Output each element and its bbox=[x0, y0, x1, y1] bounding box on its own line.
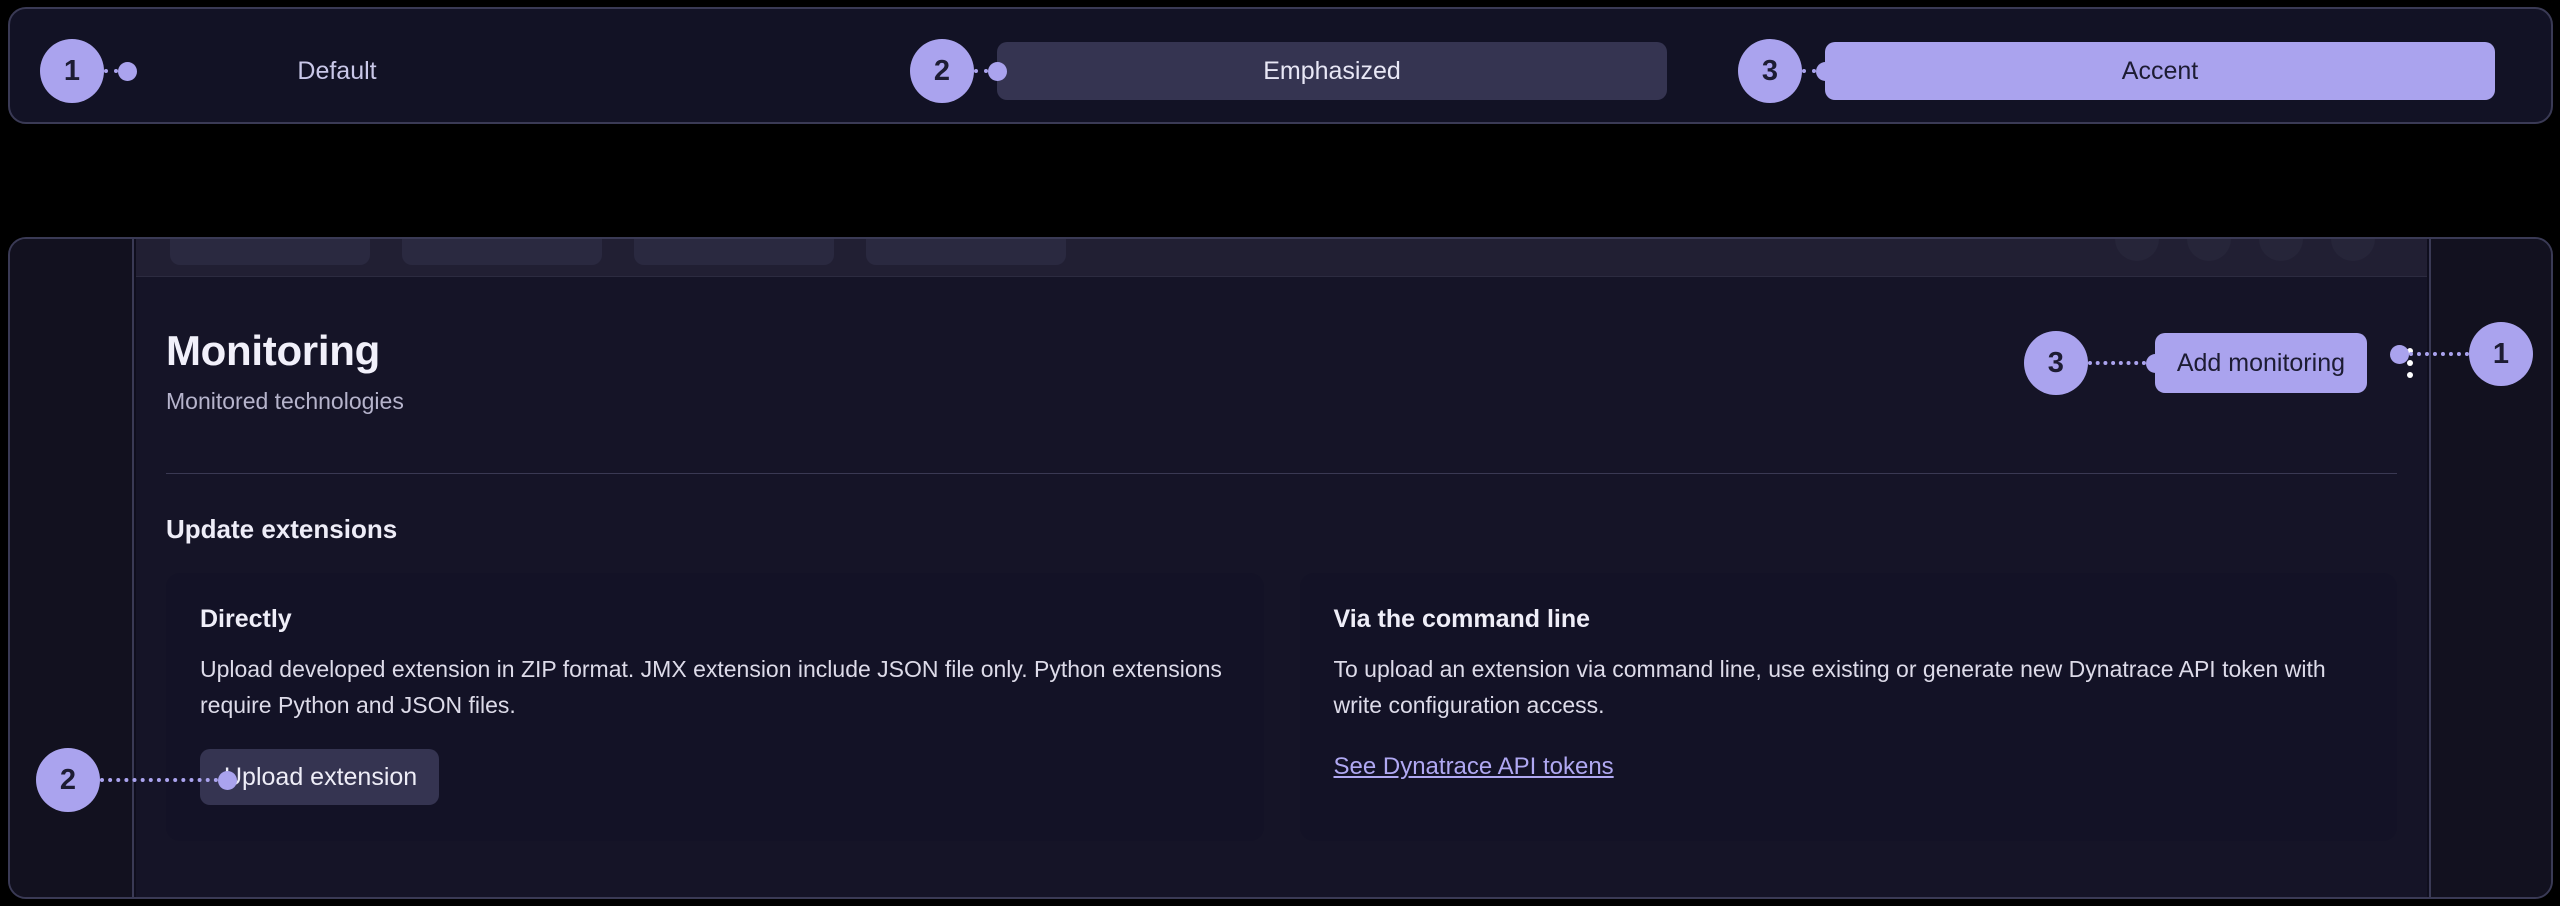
variant-row-default: 1 Default bbox=[40, 39, 547, 103]
card-heading: Via the command line bbox=[1333, 605, 1591, 633]
page-subtitle: Monitored technologies bbox=[166, 388, 404, 414]
annotation-badge-2: 2 bbox=[910, 39, 974, 103]
variant-button-emphasized[interactable]: Emphasized bbox=[997, 42, 1667, 100]
variant-row-emphasized: 2 Emphasized bbox=[910, 39, 1667, 103]
toolbar-icon[interactable] bbox=[2115, 239, 2159, 261]
card-directly: Directly Upload developed extension in Z… bbox=[166, 573, 1264, 842]
annotation-anchor-dot bbox=[1816, 61, 1835, 81]
annotation-badge-2-upload: 2 bbox=[36, 748, 100, 812]
annotation-badge-3: 3 bbox=[1738, 39, 1802, 103]
tab-chip[interactable] bbox=[634, 239, 834, 265]
annotation-anchor-dot bbox=[118, 61, 137, 81]
tab-chip[interactable] bbox=[170, 239, 370, 265]
annotation-badge-1-kebab: 1 bbox=[2469, 322, 2533, 386]
variant-button-default[interactable]: Default bbox=[127, 42, 547, 100]
toolbar-icon[interactable] bbox=[2331, 239, 2375, 261]
annotation-anchor-dot bbox=[988, 61, 1007, 81]
variant-row-accent: 3 Accent bbox=[1738, 39, 2495, 103]
annotation-connector bbox=[2409, 352, 2469, 356]
page-title: Monitoring bbox=[166, 327, 380, 374]
card-description: To upload an extension via command line,… bbox=[1333, 656, 2326, 718]
annotation-upload-callout: 2 bbox=[36, 748, 237, 812]
add-monitoring-button[interactable]: Add monitoring bbox=[2154, 333, 2367, 393]
annotation-anchor-dot bbox=[2390, 344, 2409, 364]
toolbar-icon[interactable] bbox=[2259, 239, 2303, 261]
update-extensions-cards: Directly Upload developed extension in Z… bbox=[166, 573, 2397, 842]
card-heading: Directly bbox=[200, 605, 292, 633]
annotation-connector bbox=[2087, 361, 2146, 365]
annotation-connector bbox=[104, 69, 118, 73]
tab-strip bbox=[136, 239, 2427, 277]
page-header: Monitoring Monitored technologies bbox=[166, 327, 404, 415]
toolbar-icon[interactable] bbox=[2187, 239, 2231, 261]
annotation-connector bbox=[974, 69, 988, 73]
api-tokens-link[interactable]: See Dynatrace API tokens bbox=[1334, 753, 1614, 781]
page-body: Monitoring Monitored technologies Update… bbox=[136, 277, 2427, 897]
annotation-anchor-dot bbox=[218, 770, 237, 790]
card-command-line: Via the command line To upload an extens… bbox=[1299, 573, 2397, 842]
annotation-kebab-callout: 1 bbox=[2390, 322, 2533, 386]
application-panel: Monitoring Monitored technologies Update… bbox=[8, 237, 2553, 899]
annotation-badge-3-add-monitoring: 3 bbox=[2023, 331, 2088, 395]
annotation-badge-1: 1 bbox=[40, 39, 104, 103]
variant-demo-panel: 1 Default 2 Emphasized 3 Accent bbox=[8, 7, 2553, 124]
header-divider bbox=[166, 473, 2397, 474]
card-description: Upload developed extension in ZIP format… bbox=[200, 656, 1222, 718]
annotation-anchor-dot bbox=[2145, 353, 2165, 373]
tab-chip[interactable] bbox=[866, 239, 1066, 265]
tab-chip[interactable] bbox=[402, 239, 602, 265]
header-actions: 3 Add monitoring bbox=[2023, 331, 2427, 395]
content-surface: Monitoring Monitored technologies Update… bbox=[136, 239, 2427, 897]
annotation-connector bbox=[1802, 69, 1816, 73]
variant-button-accent[interactable]: Accent bbox=[1825, 42, 2495, 100]
annotation-connector bbox=[100, 778, 218, 782]
section-title: Update extensions bbox=[166, 514, 398, 544]
